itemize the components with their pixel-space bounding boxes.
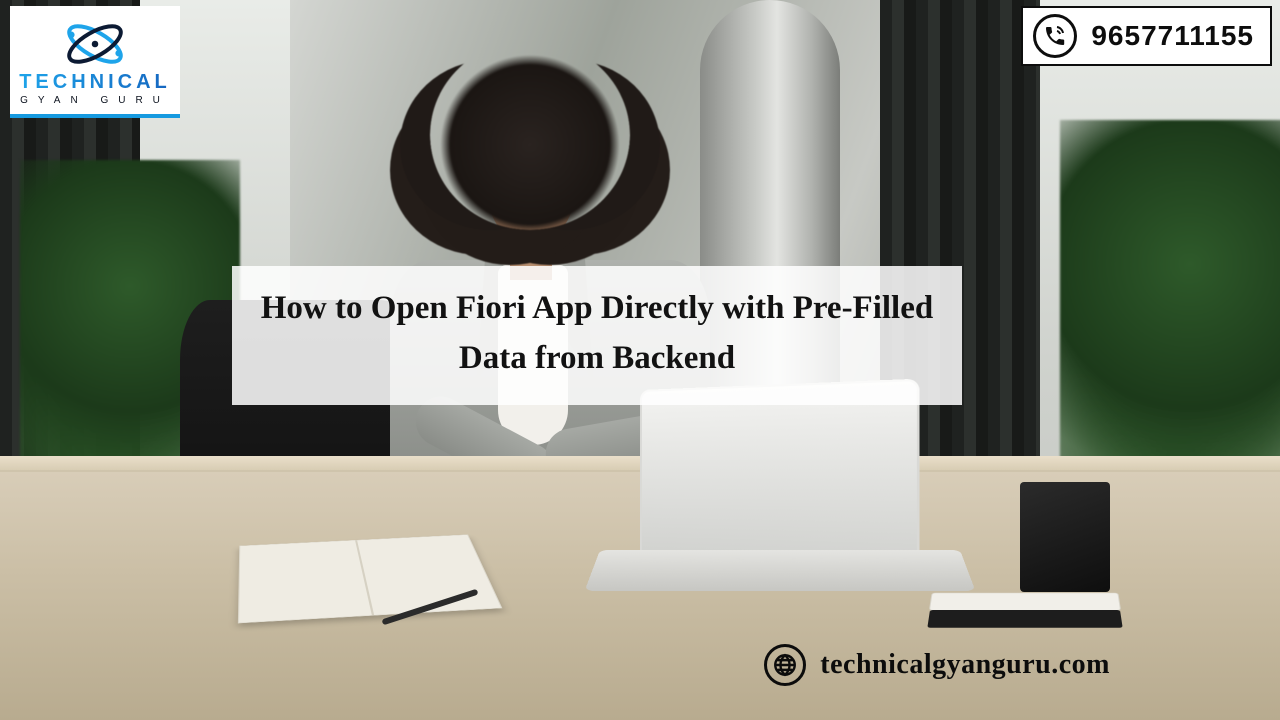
phone-number: 9657711155 <box>1091 20 1254 52</box>
headline-line-2: Data from Backend <box>252 334 942 384</box>
website-link[interactable]: technicalgyanguru.com <box>764 644 1110 686</box>
headline-line-1: How to Open Fiori App Directly with Pre-… <box>252 284 942 334</box>
atom-icon <box>62 19 128 69</box>
logo-title: TECHNICAL <box>19 71 171 94</box>
website-url: technicalgyanguru.com <box>820 649 1110 681</box>
paper-notebook <box>238 534 503 623</box>
logo-subtitle: GYAN GURU <box>20 95 170 106</box>
banner-stage: TECHNICAL GYAN GURU 9657711155 How to Op… <box>0 0 1280 720</box>
globe-icon <box>764 644 806 686</box>
phone-icon <box>1033 14 1077 58</box>
phone-badge[interactable]: 9657711155 <box>1021 6 1272 66</box>
headline-overlay: How to Open Fiori App Directly with Pre-… <box>232 266 962 405</box>
brand-logo: TECHNICAL GYAN GURU <box>10 6 180 118</box>
laptop <box>600 390 960 630</box>
stacked-books <box>927 610 1122 628</box>
desk-box <box>1020 482 1110 592</box>
